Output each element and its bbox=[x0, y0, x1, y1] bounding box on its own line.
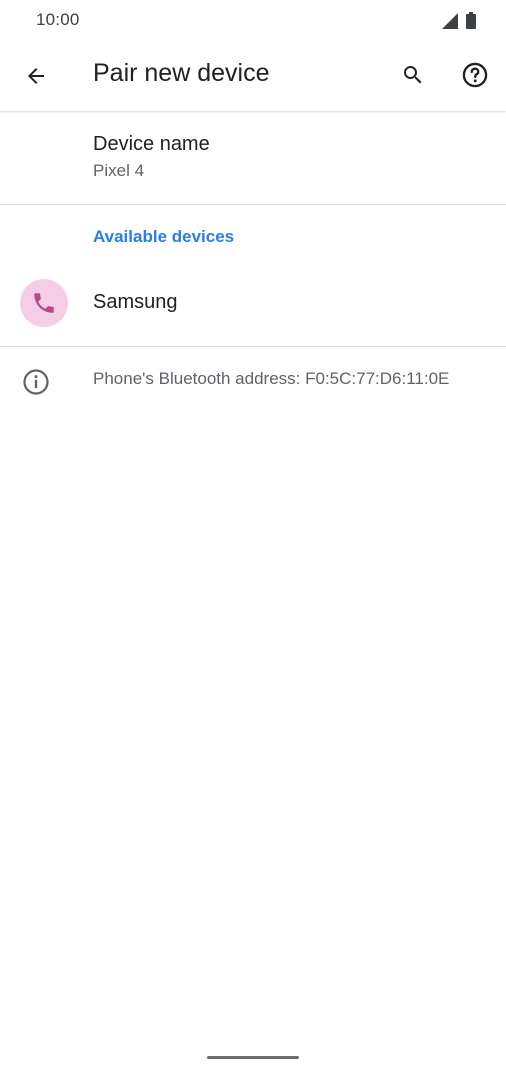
status-icons bbox=[442, 11, 476, 29]
search-icon bbox=[404, 66, 422, 84]
help-button[interactable] bbox=[451, 51, 499, 99]
device-avatar bbox=[20, 279, 68, 327]
device-name-title: Device name bbox=[93, 133, 210, 155]
page-title: Pair new device bbox=[93, 59, 270, 87]
battery-icon bbox=[466, 12, 476, 29]
status-time: 10:00 bbox=[36, 10, 80, 29]
available-device-samsung[interactable]: Samsung bbox=[0, 262, 506, 344]
back-arrow-icon bbox=[28, 68, 44, 84]
available-devices-header: Available devices bbox=[93, 227, 235, 246]
device-name-setting[interactable]: Device name Pixel 4 bbox=[0, 111, 506, 204]
info-icon bbox=[23, 369, 49, 395]
gesture-navigation-bar[interactable] bbox=[207, 1056, 299, 1059]
phone-icon bbox=[34, 293, 54, 313]
device-name-value: Pixel 4 bbox=[93, 161, 145, 180]
search-button[interactable] bbox=[389, 51, 437, 99]
bluetooth-address-info: Phone's Bluetooth address: F0:5C:77:D6:1… bbox=[0, 350, 506, 414]
status-bar: 10:00 bbox=[0, 0, 506, 40]
back-button[interactable] bbox=[12, 52, 60, 100]
divider bbox=[0, 204, 506, 205]
help-icon bbox=[462, 62, 488, 88]
app-bar: Pair new device bbox=[0, 40, 506, 111]
bluetooth-address-text: Phone's Bluetooth address: F0:5C:77:D6:1… bbox=[93, 369, 450, 388]
divider bbox=[0, 346, 506, 347]
signal-icon bbox=[442, 13, 458, 29]
device-label: Samsung bbox=[93, 291, 178, 313]
